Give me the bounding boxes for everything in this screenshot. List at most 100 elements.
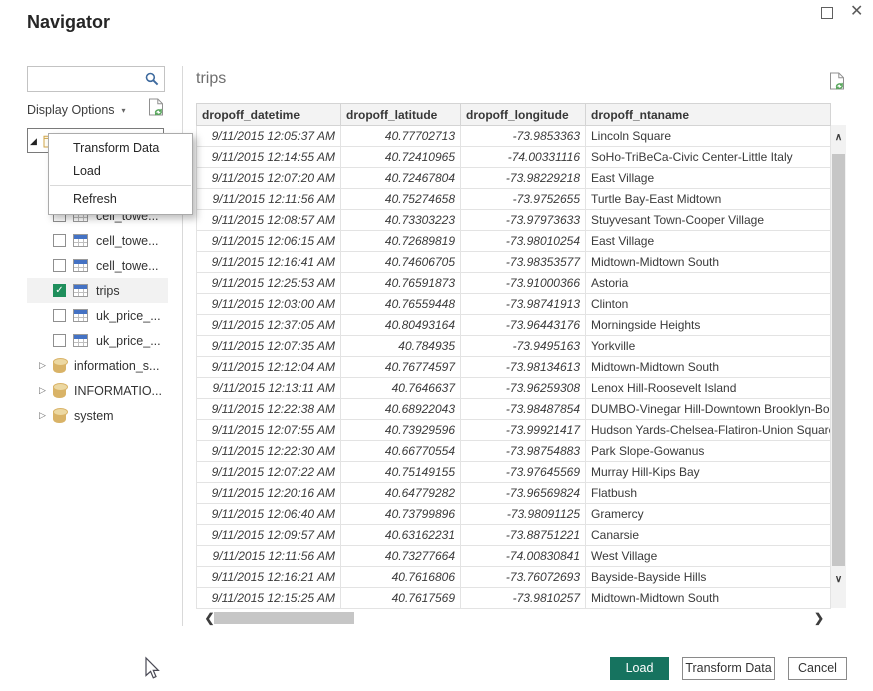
- table-row[interactable]: 9/11/2015 12:22:30 AM40.66770554-73.9875…: [197, 441, 831, 462]
- cell-dropoff-datetime: 9/11/2015 12:03:00 AM: [197, 294, 341, 315]
- close-icon[interactable]: ✕: [850, 2, 863, 22]
- cell-dropoff-latitude: 40.7617569: [341, 588, 461, 609]
- cell-dropoff-longitude: -73.9810257: [461, 588, 586, 609]
- tree-item-information-s[interactable]: ▷information_s...: [27, 353, 168, 378]
- table-row[interactable]: 9/11/2015 12:25:53 AM40.76591873-73.9100…: [197, 273, 831, 294]
- table-row[interactable]: 9/11/2015 12:22:38 AM40.68922043-73.9848…: [197, 399, 831, 420]
- search-input[interactable]: [32, 68, 142, 90]
- vertical-scroll-thumb[interactable]: [832, 154, 845, 566]
- table-row[interactable]: 9/11/2015 12:05:37 AM40.77702713-73.9853…: [197, 126, 831, 147]
- table-row[interactable]: 9/11/2015 12:07:55 AM40.73929596-73.9992…: [197, 420, 831, 441]
- transform-data-button[interactable]: Transform Data: [682, 657, 775, 680]
- cell-dropoff-datetime: 9/11/2015 12:09:57 AM: [197, 525, 341, 546]
- cell-dropoff-datetime: 9/11/2015 12:20:16 AM: [197, 483, 341, 504]
- horizontal-scrollbar[interactable]: ❮ ❯: [196, 610, 830, 626]
- cell-dropoff-latitude: 40.68922043: [341, 399, 461, 420]
- tree-item-uk-price[interactable]: uk_price_...: [27, 303, 168, 328]
- table-row[interactable]: 9/11/2015 12:12:04 AM40.76774597-73.9813…: [197, 357, 831, 378]
- column-header-dropoff-datetime[interactable]: dropoff_datetime: [197, 104, 341, 126]
- search-box[interactable]: [27, 66, 165, 92]
- table-row[interactable]: 9/11/2015 12:06:40 AM40.73799896-73.9809…: [197, 504, 831, 525]
- collapsed-caret-icon[interactable]: ▷: [39, 385, 48, 396]
- cell-dropoff-longitude: -73.9853363: [461, 126, 586, 147]
- checkbox[interactable]: [53, 259, 66, 272]
- table-row[interactable]: 9/11/2015 12:07:22 AM40.75149155-73.9764…: [197, 462, 831, 483]
- tree-item-cell-towe[interactable]: cell_towe...: [27, 253, 168, 278]
- cell-dropoff-latitude: 40.73277664: [341, 546, 461, 567]
- database-icon: [53, 383, 66, 399]
- cell-dropoff-datetime: 9/11/2015 12:07:22 AM: [197, 462, 341, 483]
- table-row[interactable]: 9/11/2015 12:06:15 AM40.72689819-73.9801…: [197, 231, 831, 252]
- expanded-caret-icon[interactable]: ◢: [30, 136, 37, 146]
- cell-dropoff-latitude: 40.72467804: [341, 168, 461, 189]
- refresh-preview-icon[interactable]: [829, 72, 846, 97]
- table-row[interactable]: 9/11/2015 12:16:21 AM40.7616806-73.76072…: [197, 567, 831, 588]
- table-row[interactable]: 9/11/2015 12:07:35 AM40.784935-73.949516…: [197, 336, 831, 357]
- table-row[interactable]: 9/11/2015 12:37:05 AM40.80493164-73.9644…: [197, 315, 831, 336]
- table-row[interactable]: 9/11/2015 12:11:56 AM40.75274658-73.9752…: [197, 189, 831, 210]
- cancel-button[interactable]: Cancel: [788, 657, 847, 680]
- table-row[interactable]: 9/11/2015 12:09:57 AM40.63162231-73.8875…: [197, 525, 831, 546]
- menu-item-refresh[interactable]: Refresh: [49, 188, 192, 211]
- tree-item-uk-price[interactable]: uk_price_...: [27, 328, 168, 353]
- table-row[interactable]: 9/11/2015 12:16:41 AM40.74606705-73.9835…: [197, 252, 831, 273]
- database-icon: [53, 408, 66, 424]
- cell-dropoff-ntaname: Clinton: [586, 294, 831, 315]
- tree-item-system[interactable]: ▷system: [27, 403, 168, 428]
- table-row[interactable]: 9/11/2015 12:13:11 AM40.7646637-73.96259…: [197, 378, 831, 399]
- tree-item-informatio[interactable]: ▷ INFORMATIO...: [27, 378, 168, 403]
- horizontal-scroll-thumb[interactable]: [214, 612, 354, 624]
- table-row[interactable]: 9/11/2015 12:11:56 AM40.73277664-74.0083…: [197, 546, 831, 567]
- cell-dropoff-ntaname: East Village: [586, 231, 831, 252]
- cell-dropoff-latitude: 40.75274658: [341, 189, 461, 210]
- table-row[interactable]: 9/11/2015 12:14:55 AM40.72410965-74.0033…: [197, 147, 831, 168]
- database-icon: [53, 358, 66, 374]
- tree-item-cell-towe[interactable]: cell_towe...: [27, 228, 168, 253]
- checkbox[interactable]: [53, 334, 66, 347]
- table-row[interactable]: 9/11/2015 12:08:57 AM40.73303223-73.9797…: [197, 210, 831, 231]
- preview-table: dropoff_datetimedropoff_latitudedropoff_…: [196, 103, 831, 609]
- cell-dropoff-ntaname: Bayside-Bayside Hills: [586, 567, 831, 588]
- menu-item-transform-data[interactable]: Transform Data: [49, 137, 192, 160]
- table-row[interactable]: 9/11/2015 12:15:25 AM40.7617569-73.98102…: [197, 588, 831, 609]
- column-header-dropoff-latitude[interactable]: dropoff_latitude: [341, 104, 461, 126]
- preview-table-body: 9/11/2015 12:05:37 AM40.77702713-73.9853…: [197, 126, 831, 609]
- cell-dropoff-longitude: -73.98487854: [461, 399, 586, 420]
- cell-dropoff-datetime: 9/11/2015 12:08:57 AM: [197, 210, 341, 231]
- collapsed-caret-icon[interactable]: ▷: [39, 360, 48, 371]
- tree-item-label: INFORMATIO...: [74, 384, 162, 398]
- cell-dropoff-ntaname: Murray Hill-Kips Bay: [586, 462, 831, 483]
- column-header-dropoff-ntaname[interactable]: dropoff_ntaname: [586, 104, 831, 126]
- display-options[interactable]: Display Options ▾: [27, 100, 165, 120]
- table-row[interactable]: 9/11/2015 12:03:00 AM40.76559448-73.9874…: [197, 294, 831, 315]
- table-row[interactable]: 9/11/2015 12:20:16 AM40.64779282-73.9656…: [197, 483, 831, 504]
- table-row[interactable]: 9/11/2015 12:07:20 AM40.72467804-73.9822…: [197, 168, 831, 189]
- cell-dropoff-datetime: 9/11/2015 12:37:05 AM: [197, 315, 341, 336]
- menu-item-load[interactable]: Load: [49, 160, 192, 183]
- collapsed-caret-icon[interactable]: ▷: [39, 410, 48, 421]
- cell-dropoff-ntaname: Midtown-Midtown South: [586, 357, 831, 378]
- cell-dropoff-longitude: -73.9752655: [461, 189, 586, 210]
- checkbox[interactable]: ✓: [53, 284, 66, 297]
- cell-dropoff-ntaname: Hudson Yards-Chelsea-Flatiron-Union Squa…: [586, 420, 831, 441]
- load-button[interactable]: Load: [610, 657, 669, 680]
- checkbox[interactable]: [53, 234, 66, 247]
- scroll-right-icon[interactable]: ❯: [814, 611, 824, 625]
- checkbox[interactable]: [53, 309, 66, 322]
- cell-dropoff-longitude: -73.88751221: [461, 525, 586, 546]
- column-header-dropoff-longitude[interactable]: dropoff_longitude: [461, 104, 586, 126]
- cell-dropoff-ntaname: Gramercy: [586, 504, 831, 525]
- cell-dropoff-latitude: 40.80493164: [341, 315, 461, 336]
- cell-dropoff-latitude: 40.76559448: [341, 294, 461, 315]
- cell-dropoff-ntaname: Midtown-Midtown South: [586, 588, 831, 609]
- scroll-up-icon[interactable]: ∧: [831, 132, 846, 143]
- maximize-icon[interactable]: [821, 7, 833, 19]
- tree-item-label: uk_price_...: [96, 334, 161, 348]
- vertical-scrollbar[interactable]: ∧ ∨: [831, 125, 846, 608]
- scroll-down-icon[interactable]: ∨: [831, 574, 846, 585]
- tree-item-trips[interactable]: ✓trips: [27, 278, 168, 303]
- table-icon: [73, 234, 88, 247]
- refresh-navigator-icon[interactable]: [148, 98, 165, 121]
- cell-dropoff-datetime: 9/11/2015 12:22:30 AM: [197, 441, 341, 462]
- menu-separator: [50, 185, 191, 186]
